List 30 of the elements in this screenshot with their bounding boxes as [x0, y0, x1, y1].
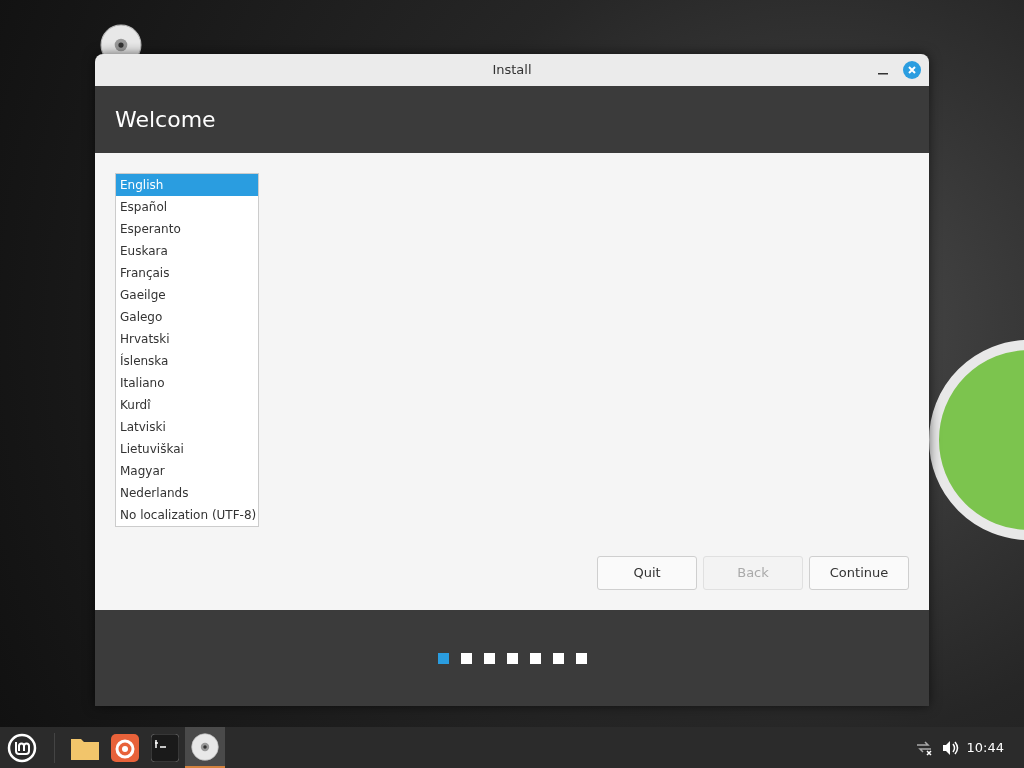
- volume-icon[interactable]: [940, 739, 959, 756]
- language-item[interactable]: Galego: [116, 306, 258, 328]
- fox-icon: [111, 733, 139, 762]
- terminal-icon: [151, 733, 179, 762]
- language-item[interactable]: Latviski: [116, 416, 258, 438]
- language-item[interactable]: Íslenska: [116, 350, 258, 372]
- language-item[interactable]: Esperanto: [116, 218, 258, 240]
- language-item[interactable]: Nederlands: [116, 482, 258, 504]
- page-title: Welcome: [115, 106, 216, 134]
- close-button[interactable]: [903, 61, 921, 79]
- language-item[interactable]: Français: [116, 262, 258, 284]
- clock[interactable]: 10:44: [966, 737, 1004, 758]
- language-item[interactable]: Español: [116, 196, 258, 218]
- mint-logo-icon: [7, 732, 37, 763]
- language-item[interactable]: Hrvatski: [116, 328, 258, 350]
- language-item[interactable]: Kurdî: [116, 394, 258, 416]
- language-item[interactable]: No localization (UTF-8): [116, 504, 258, 526]
- disc-icon: [191, 732, 219, 761]
- window-title: Install: [492, 61, 532, 80]
- network-disconnected-icon[interactable]: [914, 739, 933, 756]
- language-item[interactable]: Gaeilge: [116, 284, 258, 306]
- language-item[interactable]: Euskara: [116, 240, 258, 262]
- taskbar-launcher[interactable]: [185, 727, 225, 768]
- language-item[interactable]: Lietuviškai: [116, 438, 258, 460]
- language-item[interactable]: Magyar: [116, 460, 258, 482]
- close-icon: [908, 66, 916, 74]
- language-item[interactable]: Italiano: [116, 372, 258, 394]
- dialog-button[interactable]: Continue: [809, 556, 909, 590]
- dialog-button[interactable]: Quit: [597, 556, 697, 590]
- minimize-icon: [878, 73, 888, 75]
